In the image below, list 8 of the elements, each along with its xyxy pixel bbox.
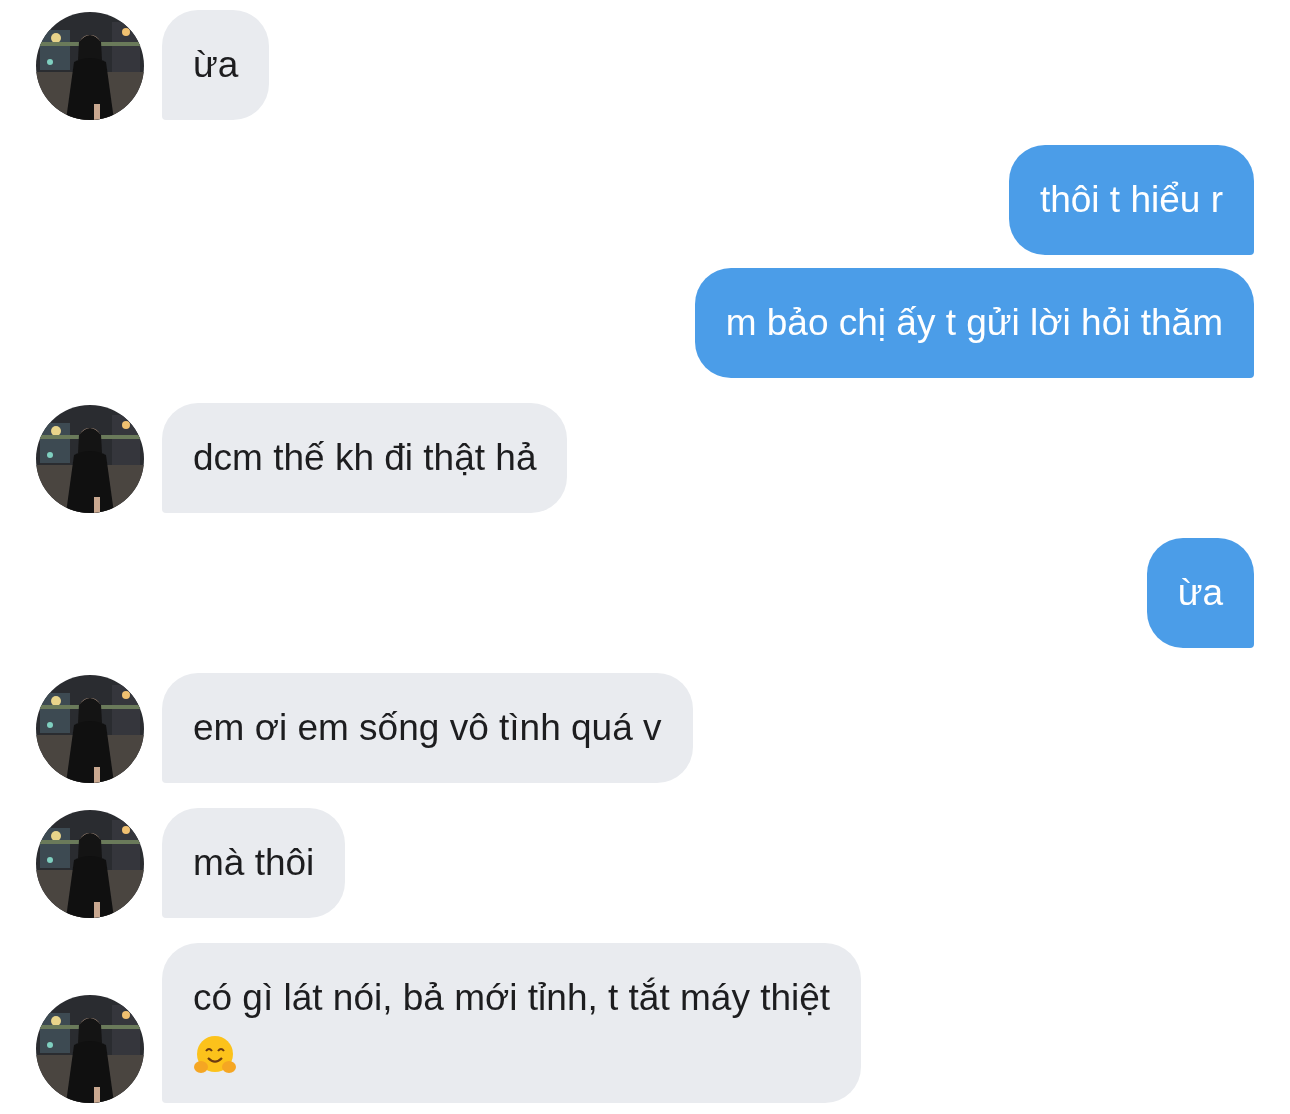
message-text: thôi t hiểu r: [1039, 178, 1223, 222]
message-text: em ơi em sống vô tình quá v: [193, 706, 662, 750]
message-text: ừa: [1177, 571, 1223, 615]
message-text: ừa: [193, 43, 239, 87]
message-text: m bảo chị ấy t gửi lời hỏi thăm: [725, 301, 1223, 345]
message-text: dcm thế kh đi thật hả: [193, 436, 537, 480]
message-text: có gì lát nói, bả mới tỉnh, t tắt máy thiệt: [193, 976, 831, 1020]
message-text: mà thôi: [193, 841, 315, 885]
